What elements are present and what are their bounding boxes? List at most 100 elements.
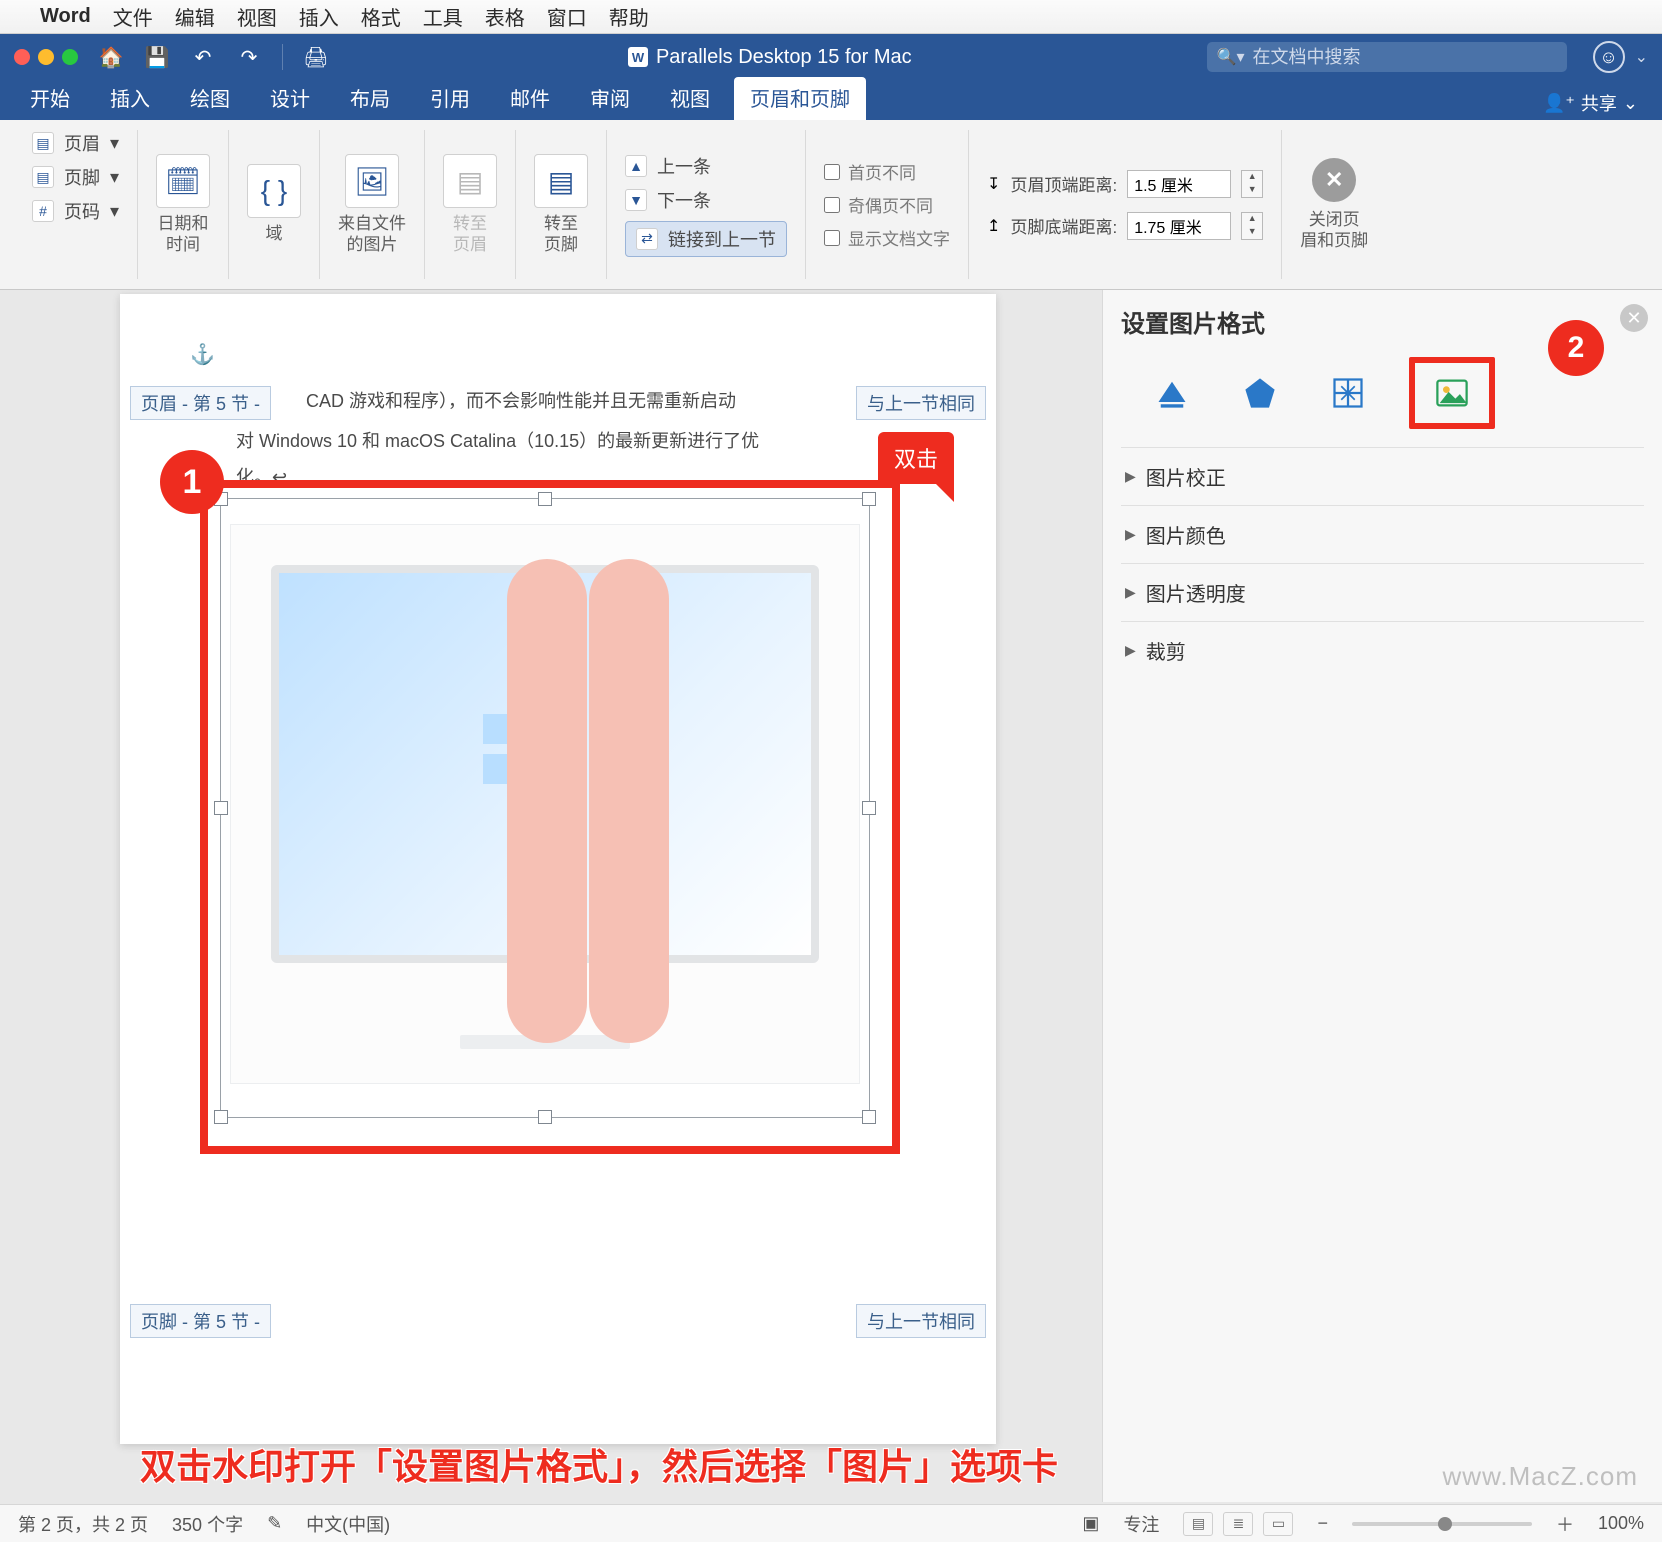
- workspace: ⚓ 页眉 - 第 5 节 - 与上一节相同 CAD 游戏和程序），而不会影响性能…: [0, 290, 1662, 1502]
- layout-tab-icon[interactable]: [1321, 369, 1375, 417]
- chevron-down-icon: ▾: [110, 201, 119, 222]
- header-button[interactable]: ▤页眉▾: [32, 130, 119, 156]
- tab-review[interactable]: 审阅: [574, 77, 646, 120]
- dist-top-spinner[interactable]: ▲▼: [1241, 170, 1263, 198]
- checkbox[interactable]: [824, 164, 840, 180]
- search-box[interactable]: 🔍▾: [1207, 42, 1567, 72]
- menu-tools[interactable]: 工具: [423, 2, 463, 31]
- save-icon[interactable]: 💾: [140, 42, 174, 72]
- menu-help[interactable]: 帮助: [609, 2, 649, 31]
- annotation-caption: 双击水印打开「设置图片格式」，然后选择「图片」选项卡: [140, 1438, 1058, 1490]
- group-close[interactable]: ✕ 关闭页 眉和页脚: [1281, 130, 1386, 279]
- tab-references[interactable]: 引用: [414, 77, 486, 120]
- menu-edit[interactable]: 编辑: [175, 2, 215, 31]
- chevron-down-icon: ▾: [110, 167, 119, 188]
- menu-file[interactable]: 文件: [113, 2, 153, 31]
- opt-label: 显示文档文字: [848, 225, 950, 250]
- zoom-out-button[interactable]: −: [1317, 1513, 1328, 1534]
- zoom-percent[interactable]: 100%: [1598, 1513, 1644, 1534]
- home-icon[interactable]: 🏠: [94, 42, 128, 72]
- redo-icon[interactable]: ↷: [232, 42, 266, 72]
- section-picture-correction[interactable]: ▶图片校正: [1121, 447, 1644, 505]
- link-to-previous-button[interactable]: ⇄链接到上一节: [625, 221, 787, 257]
- zoom-slider[interactable]: [1352, 1522, 1532, 1526]
- section-picture-color[interactable]: ▶图片颜色: [1121, 505, 1644, 563]
- status-focus-icon[interactable]: ▣: [1082, 1513, 1099, 1534]
- menu-format[interactable]: 格式: [361, 2, 401, 31]
- group-goto-footer[interactable]: ▤ 转至 页脚: [515, 130, 606, 279]
- feedback-icon[interactable]: ☺: [1593, 41, 1625, 73]
- status-language[interactable]: 中文(中国): [306, 1511, 390, 1537]
- share-button[interactable]: 👤⁺ 共享 ⌄: [1533, 86, 1648, 120]
- footer-bottom-distance: ↥ 页脚底端距离: ▲▼: [987, 212, 1263, 240]
- goto-header-icon: ▤: [443, 154, 497, 208]
- tab-insert[interactable]: 插入: [94, 77, 166, 120]
- section-picture-transparency[interactable]: ▶图片透明度: [1121, 563, 1644, 621]
- tab-mailings[interactable]: 邮件: [494, 77, 566, 120]
- anchor-icon: ⚓: [190, 342, 215, 367]
- document-canvas[interactable]: ⚓ 页眉 - 第 5 节 - 与上一节相同 CAD 游戏和程序），而不会影响性能…: [0, 290, 1102, 1502]
- print-icon[interactable]: 🖨: [299, 42, 333, 72]
- group-field[interactable]: { } 域: [228, 130, 319, 279]
- footer-section-tag: 页脚 - 第 5 节 -: [130, 1304, 271, 1338]
- opt-label: 奇偶页不同: [848, 192, 933, 217]
- tab-home[interactable]: 开始: [14, 77, 86, 120]
- group-goto-header[interactable]: ▤ 转至 页眉: [424, 130, 515, 279]
- menu-view[interactable]: 视图: [237, 2, 277, 31]
- chevron-down-icon: ▾: [110, 133, 119, 154]
- chevron-down-icon[interactable]: ⌄: [1635, 47, 1648, 67]
- section-crop[interactable]: ▶裁剪: [1121, 621, 1644, 679]
- footer-icon: ▤: [32, 166, 54, 188]
- tab-design[interactable]: 设计: [254, 77, 326, 120]
- app-name[interactable]: Word: [40, 5, 91, 28]
- page-number-icon: #: [32, 200, 54, 222]
- status-word-count[interactable]: 350 个字: [172, 1511, 243, 1537]
- picture-tab-icon[interactable]: [1425, 369, 1479, 417]
- minimize-window-button[interactable]: [38, 49, 54, 65]
- close-window-button[interactable]: [14, 49, 30, 65]
- view-web-layout-icon[interactable]: ▭: [1263, 1512, 1293, 1536]
- footer-button[interactable]: ▤页脚▾: [32, 164, 119, 190]
- search-input[interactable]: [1253, 47, 1557, 68]
- annotation-badge-1: 1: [160, 450, 224, 514]
- dist-top-input[interactable]: [1127, 170, 1231, 198]
- document-title: W Parallels Desktop 15 for Mac: [628, 46, 912, 69]
- status-focus-label[interactable]: 专注: [1123, 1511, 1159, 1537]
- checkbox[interactable]: [824, 230, 840, 246]
- tab-view[interactable]: 视图: [654, 77, 726, 120]
- dist-bottom-input[interactable]: [1127, 212, 1231, 240]
- opt-show-document-text[interactable]: 显示文档文字: [824, 225, 950, 250]
- prev-button[interactable]: ▲上一条: [625, 153, 711, 179]
- search-icon: 🔍▾: [1217, 47, 1245, 67]
- fill-line-tab-icon[interactable]: [1145, 369, 1199, 417]
- effects-tab-icon[interactable]: [1233, 369, 1287, 417]
- group-picture-from-file[interactable]: 🖼 来自文件 的图片: [319, 130, 424, 279]
- status-spellcheck-icon[interactable]: ✎: [267, 1513, 282, 1534]
- menu-table[interactable]: 表格: [485, 2, 525, 31]
- close-pane-button[interactable]: ✕: [1620, 304, 1648, 332]
- next-button[interactable]: ▼下一条: [625, 187, 711, 213]
- prev-label: 上一条: [657, 153, 711, 179]
- tab-layout[interactable]: 布局: [334, 77, 406, 120]
- opt-different-oddeven[interactable]: 奇偶页不同: [824, 192, 933, 217]
- opt-different-first[interactable]: 首页不同: [824, 159, 916, 184]
- group-datetime[interactable]: 🗓 日期和 时间: [137, 130, 228, 279]
- tab-header-footer[interactable]: 页眉和页脚: [734, 77, 866, 120]
- view-print-layout-icon[interactable]: ▤: [1183, 1512, 1213, 1536]
- menu-insert[interactable]: 插入: [299, 2, 339, 31]
- undo-icon[interactable]: ↶: [186, 42, 220, 72]
- menu-window[interactable]: 窗口: [547, 2, 587, 31]
- page-number-button[interactable]: #页码▾: [32, 198, 119, 224]
- status-page[interactable]: 第 2 页，共 2 页: [18, 1511, 148, 1537]
- dist-top-icon: ↧: [987, 174, 1000, 194]
- checkbox[interactable]: [824, 197, 840, 213]
- tab-draw[interactable]: 绘图: [174, 77, 246, 120]
- zoom-window-button[interactable]: [62, 49, 78, 65]
- same-as-previous-tag-header: 与上一节相同: [856, 386, 986, 420]
- section-label: 图片颜色: [1146, 520, 1226, 549]
- dist-top-label: 页眉顶端距离:: [1010, 171, 1117, 196]
- zoom-in-button[interactable]: ＋: [1556, 1511, 1574, 1537]
- zoom-thumb[interactable]: [1438, 1517, 1452, 1531]
- dist-bottom-spinner[interactable]: ▲▼: [1241, 212, 1263, 240]
- view-outline-icon[interactable]: ≣: [1223, 1512, 1253, 1536]
